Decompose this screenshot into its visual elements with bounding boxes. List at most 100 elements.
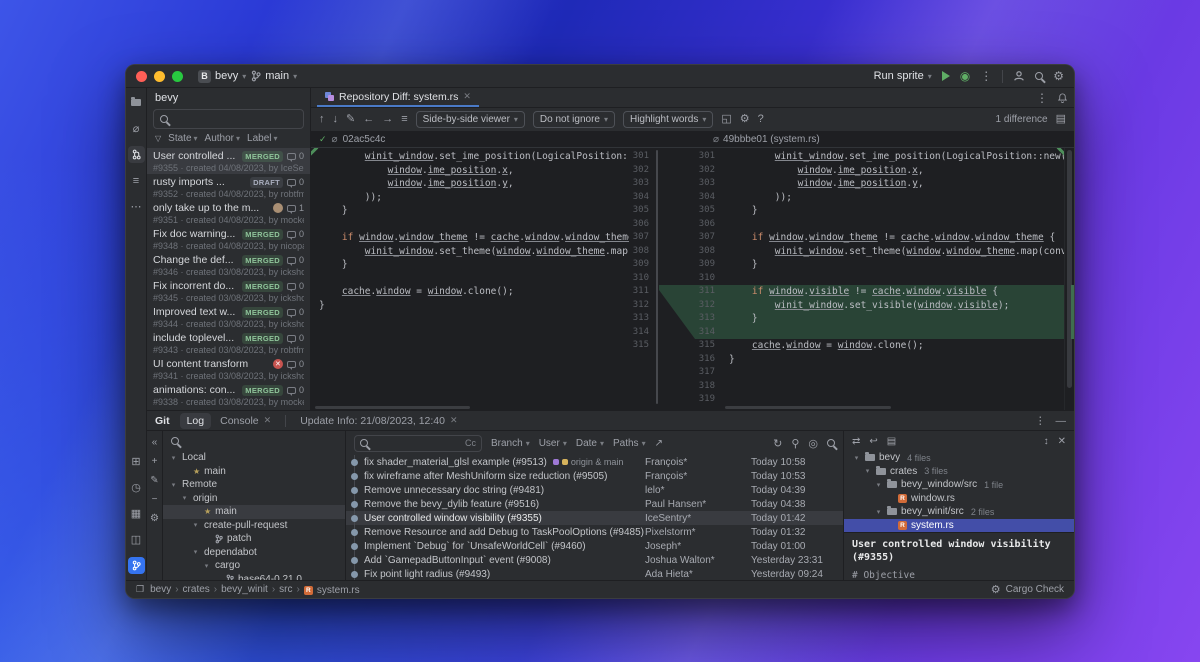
project-widget[interactable]: B bevy ▾ bbox=[198, 69, 246, 83]
editor-tab[interactable]: Repository Diff: system.rs ✕ bbox=[317, 88, 479, 107]
pull-request-item[interactable]: Improved text w... MERGED 0 #9344 · crea… bbox=[147, 304, 310, 330]
filter-label[interactable]: Label ▾ bbox=[247, 133, 277, 144]
commit-row[interactable]: User controlled window visibility (#9355… bbox=[346, 511, 843, 525]
right-pane-scrollbar[interactable] bbox=[1064, 148, 1074, 410]
user-filter[interactable]: User ▾ bbox=[539, 438, 567, 449]
user-profile-icon[interactable] bbox=[1013, 70, 1025, 82]
branch-item[interactable]: ▾ Local bbox=[163, 451, 345, 465]
pull-request-item[interactable]: User controlled ... MERGED 0 #9355 · cre… bbox=[147, 148, 310, 174]
branch-item[interactable]: ▾ origin bbox=[163, 492, 345, 506]
pull-requests-panel-header[interactable]: bevy bbox=[147, 88, 310, 108]
pr-search-input[interactable] bbox=[173, 113, 297, 125]
deep-compare-icon[interactable]: ⚲ bbox=[791, 437, 799, 450]
open-new-tab-icon[interactable]: ↗ bbox=[655, 438, 663, 449]
close-tab-icon[interactable]: ✕ bbox=[463, 91, 471, 102]
terminal-toolwindow-button[interactable]: ◫ bbox=[128, 531, 145, 548]
viewer-mode-dropdown[interactable]: Side-by-side viewer ▾ bbox=[415, 111, 525, 128]
tree-chevron-icon[interactable]: ▾ bbox=[863, 467, 872, 475]
tree-chevron-icon[interactable]: ▾ bbox=[191, 521, 200, 529]
collapse-unchanged-icon[interactable]: ◱ bbox=[721, 114, 731, 125]
add-icon[interactable]: + bbox=[152, 456, 158, 467]
maximize-window-button[interactable] bbox=[172, 70, 183, 82]
build-toolwindow-button[interactable]: ⊞ bbox=[128, 453, 145, 470]
show-diff-icon[interactable]: ⇄ bbox=[852, 436, 860, 447]
edit-icon[interactable]: ✎ bbox=[150, 475, 158, 486]
diff-left-pane[interactable]: winit_window.set_ime_position(LogicalPos… bbox=[311, 148, 655, 410]
pr-search-box[interactable] bbox=[153, 109, 304, 129]
settings-gear-icon[interactable]: ⚙ bbox=[1053, 70, 1064, 82]
branch-item[interactable]: ★ main bbox=[163, 465, 345, 479]
pull-request-item[interactable]: UI content transform ✕ 0 #9341 · created… bbox=[147, 356, 310, 382]
horizontal-scrollbar[interactable] bbox=[315, 406, 470, 409]
rollback-icon[interactable]: ↩ bbox=[869, 436, 877, 447]
todo-toolwindow-button[interactable]: ▦ bbox=[128, 505, 145, 522]
highlight-mode-dropdown[interactable]: Highlight words ▾ bbox=[622, 111, 714, 128]
tab-log[interactable]: Log bbox=[179, 412, 212, 429]
branch-item[interactable]: ★ main bbox=[163, 505, 345, 519]
scrollbar-thumb[interactable] bbox=[1067, 150, 1072, 388]
tab-console[interactable]: Console ✕ bbox=[213, 413, 278, 429]
commit-row[interactable]: Remove Resource and add Debug to TaskPoo… bbox=[346, 525, 843, 539]
close-icon[interactable]: ✕ bbox=[1058, 436, 1066, 447]
commit-toolwindow-button[interactable]: ⌀ bbox=[128, 120, 145, 137]
file-tree-item[interactable]: ▾ crates 3 files bbox=[844, 465, 1074, 479]
diff-settings-gear-icon[interactable]: ⚙ bbox=[740, 114, 750, 125]
open-in-editor-icon[interactable]: ▤ bbox=[1056, 114, 1066, 125]
branch-item[interactable]: base64-0.21.0 bbox=[163, 573, 345, 580]
file-tree-item[interactable]: ▾ bevy 4 files bbox=[844, 451, 1074, 465]
pull-requests-toolwindow-button[interactable] bbox=[127, 146, 145, 163]
branch-item[interactable]: ▾ Remote bbox=[163, 478, 345, 492]
more-run-actions-button[interactable]: ⋮ bbox=[980, 70, 992, 82]
expand-icon[interactable]: ↕ bbox=[1044, 436, 1049, 447]
refresh-icon[interactable]: ↻ bbox=[773, 437, 782, 450]
hide-panel-icon[interactable]: — bbox=[1056, 415, 1067, 427]
tree-chevron-icon[interactable]: ▾ bbox=[874, 508, 883, 516]
branch-widget[interactable]: main ▾ bbox=[251, 70, 297, 82]
commit-row[interactable]: fix wireframe after MeshUniform size red… bbox=[346, 469, 843, 483]
file-tree-item[interactable]: ▾ bevy_window/src 1 file bbox=[844, 478, 1074, 492]
git-toolwindow-button[interactable] bbox=[127, 557, 145, 574]
breadcrumb-item[interactable]: Rsystem.rs bbox=[303, 585, 360, 596]
pull-request-item[interactable]: only take up to the m... 1 #9351 · creat… bbox=[147, 200, 310, 226]
paths-filter[interactable]: Paths ▾ bbox=[613, 438, 646, 449]
apply-left-icon[interactable]: ← bbox=[363, 114, 374, 125]
tree-chevron-icon[interactable]: ▾ bbox=[202, 562, 211, 570]
preview-eye-icon[interactable]: ◎ bbox=[808, 437, 818, 450]
pull-request-item[interactable]: Change the def... MERGED 0 #9346 · creat… bbox=[147, 252, 310, 278]
search-icon[interactable] bbox=[827, 439, 835, 447]
inserted-change-marker[interactable] bbox=[1071, 285, 1074, 339]
log-search-input[interactable] bbox=[373, 437, 460, 449]
branch-search-box[interactable] bbox=[163, 431, 345, 451]
project-toolwindow-button[interactable] bbox=[128, 94, 145, 111]
diff-right-pane[interactable]: 301 winit_window.set_ime_position(Logica… bbox=[695, 148, 1064, 410]
pull-request-item[interactable]: Fix doc warning... MERGED 0 #9348 · crea… bbox=[147, 226, 310, 252]
settings-gear-icon[interactable]: ⚙ bbox=[150, 513, 159, 524]
file-tree-item[interactable]: R system.rs bbox=[844, 518, 1074, 532]
file-tree-item[interactable]: R window.rs bbox=[844, 492, 1074, 506]
tree-chevron-icon[interactable]: ▾ bbox=[180, 494, 189, 502]
branch-item[interactable]: patch bbox=[163, 532, 345, 546]
branch-search-input[interactable] bbox=[185, 435, 337, 447]
close-tab-icon[interactable]: ✕ bbox=[450, 415, 458, 426]
commit-row[interactable]: fix shader_material_glsl example (#9513)… bbox=[346, 455, 843, 469]
match-case-toggle[interactable]: Cc bbox=[465, 438, 476, 448]
tree-chevron-icon[interactable]: ▾ bbox=[852, 454, 861, 462]
branch-filter[interactable]: Branch ▾ bbox=[491, 438, 530, 449]
breadcrumb-item[interactable]: bevy_winit bbox=[221, 584, 268, 595]
toolwindows-toggle-icon[interactable]: ❐ bbox=[136, 584, 144, 595]
delete-icon[interactable]: − bbox=[152, 494, 158, 505]
pull-request-item[interactable]: animations: con... MERGED 0 #9338 · crea… bbox=[147, 382, 310, 408]
structure-toolwindow-button[interactable]: ≡ bbox=[128, 172, 145, 189]
collapse-icon[interactable]: « bbox=[152, 437, 158, 448]
minimize-window-button[interactable] bbox=[154, 70, 165, 82]
pull-request-item[interactable]: rusty imports ... DRAFT 0 #9352 · create… bbox=[147, 174, 310, 200]
more-toolwindows-button[interactable]: ⋯ bbox=[128, 198, 145, 215]
branch-item[interactable]: ▾ dependabot bbox=[163, 546, 345, 560]
file-tree-item[interactable]: ▾ bevy_winit/src 2 files bbox=[844, 505, 1074, 519]
close-window-button[interactable] bbox=[136, 70, 147, 82]
filter-state[interactable]: State ▾ bbox=[168, 133, 197, 144]
branch-item[interactable]: ▾ cargo bbox=[163, 559, 345, 573]
commit-row[interactable]: Remove unnecessary doc string (#9481) le… bbox=[346, 483, 843, 497]
jump-to-source-icon[interactable]: ✎ bbox=[346, 114, 355, 125]
more-options-icon[interactable]: ⋮ bbox=[1036, 92, 1048, 104]
